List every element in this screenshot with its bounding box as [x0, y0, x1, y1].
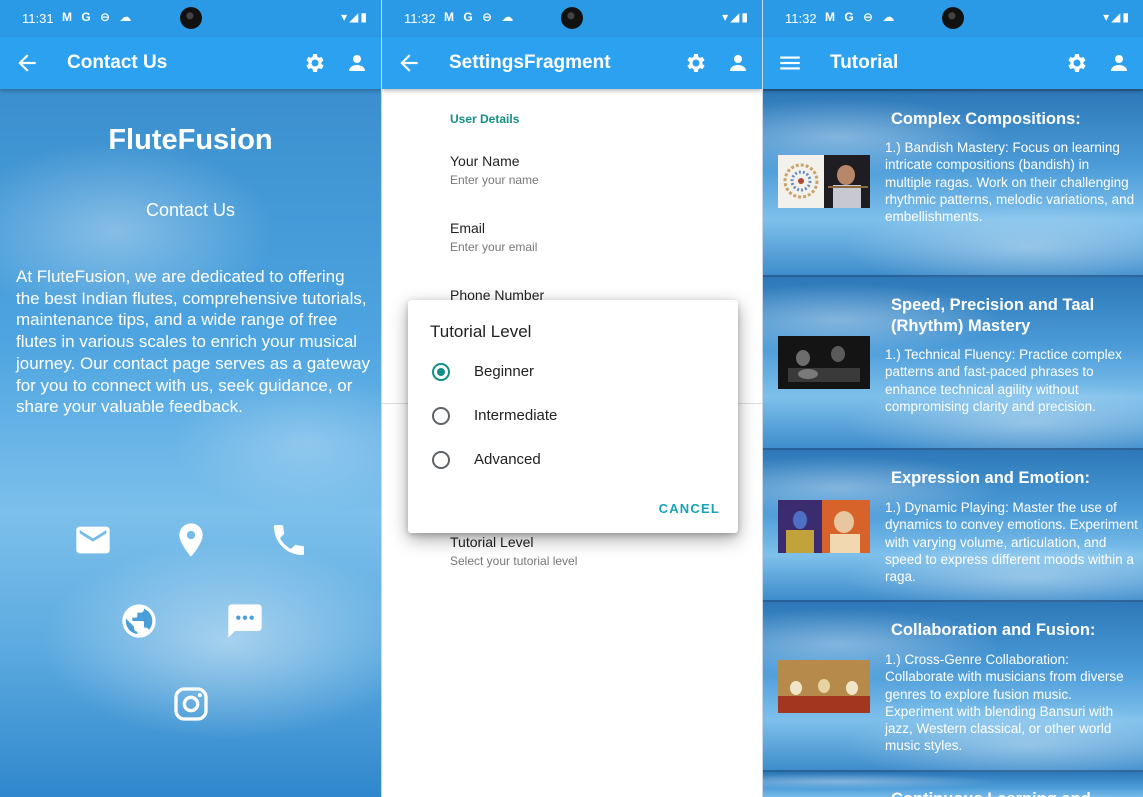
notification-icons: M G ⊖ ☁	[62, 10, 135, 24]
camera-cutout	[561, 7, 583, 29]
card-heading: Expression and Emotion:	[891, 469, 1090, 487]
pref-email-summary: Enter your email	[450, 240, 538, 254]
card-heading: Continuous Learning and	[891, 789, 1136, 797]
option-beginner[interactable]: Beginner	[430, 356, 720, 388]
back-arrow-icon[interactable]	[396, 50, 422, 76]
notification-icons: M G ⊖ ☁	[444, 10, 517, 24]
settings-gear-icon[interactable]	[1065, 51, 1089, 75]
location-icon[interactable]	[171, 520, 211, 560]
option-label: Advanced	[474, 451, 541, 468]
menu-hamburger-icon[interactable]	[777, 50, 803, 76]
pref-email[interactable]: Email	[450, 220, 485, 236]
option-advanced[interactable]: Advanced	[430, 444, 720, 476]
tutorial-card-collaboration-fusion[interactable]: Collaboration and Fusion: 1.) Cross-Genr…	[763, 600, 1143, 770]
option-label: Intermediate	[474, 407, 558, 424]
phone-icon[interactable]	[269, 520, 309, 560]
system-status-icons: ▾◢▮	[341, 10, 369, 24]
status-time: 11:32	[404, 11, 436, 26]
tutorial-level-dialog: Tutorial Level Beginner Intermediate Adv…	[408, 300, 738, 533]
app-bar: Contact Us	[0, 37, 381, 89]
settings-gear-icon[interactable]	[303, 51, 327, 75]
status-bar: 11:31 M G ⊖ ☁ ▾◢▮	[0, 0, 381, 37]
page-title: Contact Us	[67, 52, 168, 73]
contact-subheading: Contact Us	[145, 200, 236, 220]
app-bar: SettingsFragment	[382, 37, 762, 89]
back-arrow-icon[interactable]	[14, 50, 40, 76]
radio-unselected-icon[interactable]	[432, 451, 450, 469]
radio-selected-icon[interactable]	[432, 363, 450, 381]
card-heading: Speed, Precision and Taal (Rhythm) Maste…	[891, 296, 1095, 335]
settings-screen: 11:32 M G ⊖ ☁ ▾◢▮ SettingsFragment User …	[381, 0, 762, 797]
profile-icon[interactable]	[1107, 51, 1131, 75]
camera-cutout	[179, 7, 202, 29]
option-intermediate[interactable]: Intermediate	[430, 400, 720, 432]
instagram-icon[interactable]	[171, 684, 211, 724]
cancel-button[interactable]: CANCEL	[659, 501, 720, 516]
page-title: SettingsFragment	[449, 52, 611, 73]
card-heading: Collaboration and Fusion:	[891, 621, 1096, 639]
card-thumbnail-image	[778, 155, 870, 208]
pref-your-name-summary: Enter your name	[450, 173, 539, 187]
pref-your-name[interactable]: Your Name	[450, 153, 520, 169]
status-bar: 11:32 M G ⊖ ☁ ▾◢▮	[763, 0, 1143, 37]
pref-tutorial-level[interactable]: Tutorial Level	[450, 534, 534, 550]
page-title: Tutorial	[830, 52, 899, 73]
app-bar: Tutorial	[763, 37, 1143, 89]
profile-icon[interactable]	[345, 51, 369, 75]
tutorial-screen: 11:32 M G ⊖ ☁ ▾◢▮ Tutorial Complex Compo…	[762, 0, 1143, 797]
card-text: 1.) Technical Fluency: Practice complex …	[885, 347, 1122, 414]
tutorial-card-expression-emotion[interactable]: Expression and Emotion: 1.) Dynamic Play…	[763, 448, 1143, 600]
status-time: 11:31	[22, 11, 54, 26]
status-bar: 11:32 M G ⊖ ☁ ▾◢▮	[382, 0, 762, 37]
pref-tutorial-level-summary: Select your tutorial level	[450, 554, 578, 568]
card-text: 1.) Cross-Genre Collaboration: Collabora…	[885, 652, 1124, 754]
tutorial-card-complex-compositions[interactable]: Complex Compositions: 1.) Bandish Master…	[763, 89, 1143, 275]
status-time: 11:32	[785, 11, 817, 26]
contact-us-screen: 11:31 M G ⊖ ☁ ▾◢▮ Contact Us FluteFusion…	[0, 0, 381, 797]
card-thumbnail-image	[778, 500, 870, 553]
radio-unselected-icon[interactable]	[432, 407, 450, 425]
profile-icon[interactable]	[726, 51, 750, 75]
system-status-icons: ▾◢▮	[722, 10, 750, 24]
contact-description: At FluteFusion, we are dedicated to offe…	[16, 267, 371, 417]
settings-gear-icon[interactable]	[684, 51, 708, 75]
email-icon[interactable]	[73, 520, 113, 560]
notification-icons: M G ⊖ ☁	[825, 10, 898, 24]
pref-category-user-details: User Details	[450, 112, 520, 126]
card-thumbnail-image	[778, 336, 870, 389]
card-thumbnail-image	[778, 660, 870, 713]
chat-icon[interactable]	[225, 601, 265, 641]
option-label: Beginner	[474, 363, 535, 380]
brand-title: FluteFusion	[108, 124, 273, 156]
card-text: 1.) Bandish Mastery: Focus on learning i…	[885, 140, 1135, 225]
tutorial-card-speed-precision[interactable]: Speed, Precision and Taal (Rhythm) Maste…	[763, 275, 1143, 448]
system-status-icons: ▾◢▮	[1103, 10, 1131, 24]
camera-cutout	[942, 7, 964, 29]
card-heading: Complex Compositions:	[891, 110, 1081, 128]
website-icon[interactable]	[119, 601, 159, 641]
dialog-title: Tutorial Level	[430, 322, 532, 341]
tutorial-card-continuous-learning[interactable]: Continuous Learning and	[763, 770, 1143, 797]
card-text: 1.) Dynamic Playing: Master the use of d…	[885, 500, 1138, 585]
